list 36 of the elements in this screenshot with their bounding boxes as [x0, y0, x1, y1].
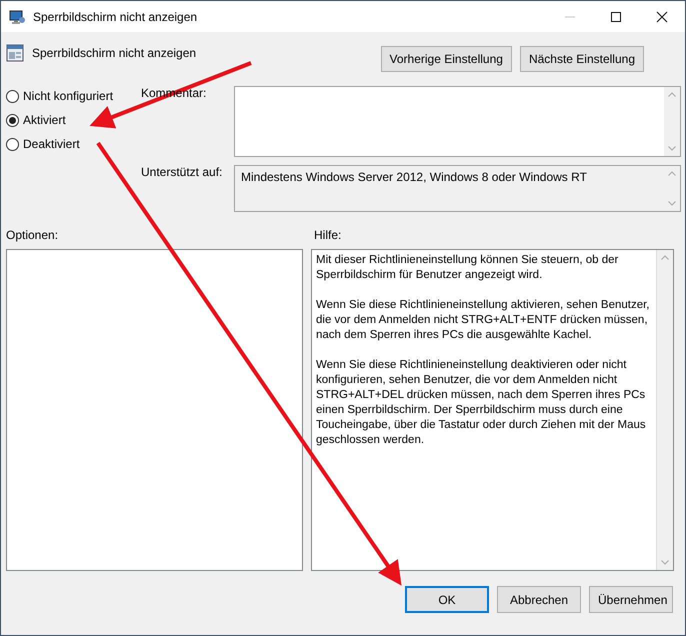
policy-name: Sperrbildschirm nicht anzeigen [32, 45, 196, 60]
supported-text: Mindestens Windows Server 2012, Windows 8 oder Windows RT [240, 169, 588, 186]
computer-icon [9, 8, 25, 24]
scroll-up-icon[interactable] [661, 255, 669, 260]
scroll-down-icon[interactable] [668, 146, 676, 151]
help-paragraph: Wenn Sie diese Richtlinieneinstellung deaktivieren oder nicht konfigurieren, sehen Benutzer, die vor dem Anmelden nicht STRG+ALT+DEL drücken müssen, nach dem Sperren ihres PCs einen Sperrbildschirm. Der Sperrbildschirm muss durch eine Toucheingabe, über die Tastatur oder durch Ziehen mit der Maus geschlossen werden. [316, 358, 647, 448]
radio-button[interactable] [6, 138, 19, 150]
dialog-button[interactable]: OK [405, 586, 489, 613]
radio-button[interactable] [6, 90, 19, 102]
close-icon[interactable] [656, 10, 668, 22]
window-title: Sperrbildschirm nicht anzeigen [33, 10, 198, 24]
scroll-up-icon[interactable] [668, 92, 676, 97]
comment-field[interactable] [234, 86, 681, 157]
navigation-button[interactable]: Nächste Einstellung [520, 46, 644, 72]
radio-label: Nicht konfiguriert [23, 89, 114, 103]
help-label: Hilfe: [314, 228, 342, 242]
supported-label: Unterstützt auf: [141, 165, 224, 179]
radio-option[interactable]: Nicht konfiguriert [6, 89, 141, 103]
scroll-down-icon[interactable] [668, 201, 676, 206]
scrollbar[interactable] [664, 87, 680, 156]
scrollbar[interactable] [656, 250, 673, 570]
scroll-down-icon[interactable] [661, 560, 669, 565]
radio-option[interactable]: Deaktiviert [6, 137, 141, 151]
scroll-up-icon[interactable] [668, 171, 676, 176]
radio-option[interactable]: Aktiviert [6, 113, 141, 127]
options-label: Optionen: [6, 228, 60, 242]
radio-label: Aktiviert [23, 113, 66, 127]
maximize-icon[interactable] [610, 10, 622, 22]
navigation-button[interactable]: Vorherige Einstellung [380, 46, 512, 72]
dialog-button[interactable]: Übernehmen [589, 586, 673, 613]
dialog-button[interactable]: Abbrechen [497, 586, 581, 613]
help-paragraph: Wenn Sie diese Richtlinieneinstellung aktivieren, sehen Benutzer, die vor dem Anmelden nicht STRG+ALT+ENTF drücken müssen, nach dem Sperren ihres PCs die ausgewählte Kachel. [316, 298, 650, 343]
policy-icon [6, 44, 24, 62]
radio-button[interactable] [6, 114, 19, 126]
radio-label: Deaktiviert [23, 137, 80, 151]
help-paragraph: Mit dieser Richtlinieneinstellung können Sie steuern, ob der Sperrbildschirm für Benutzer angezeigt wird. [316, 253, 620, 283]
